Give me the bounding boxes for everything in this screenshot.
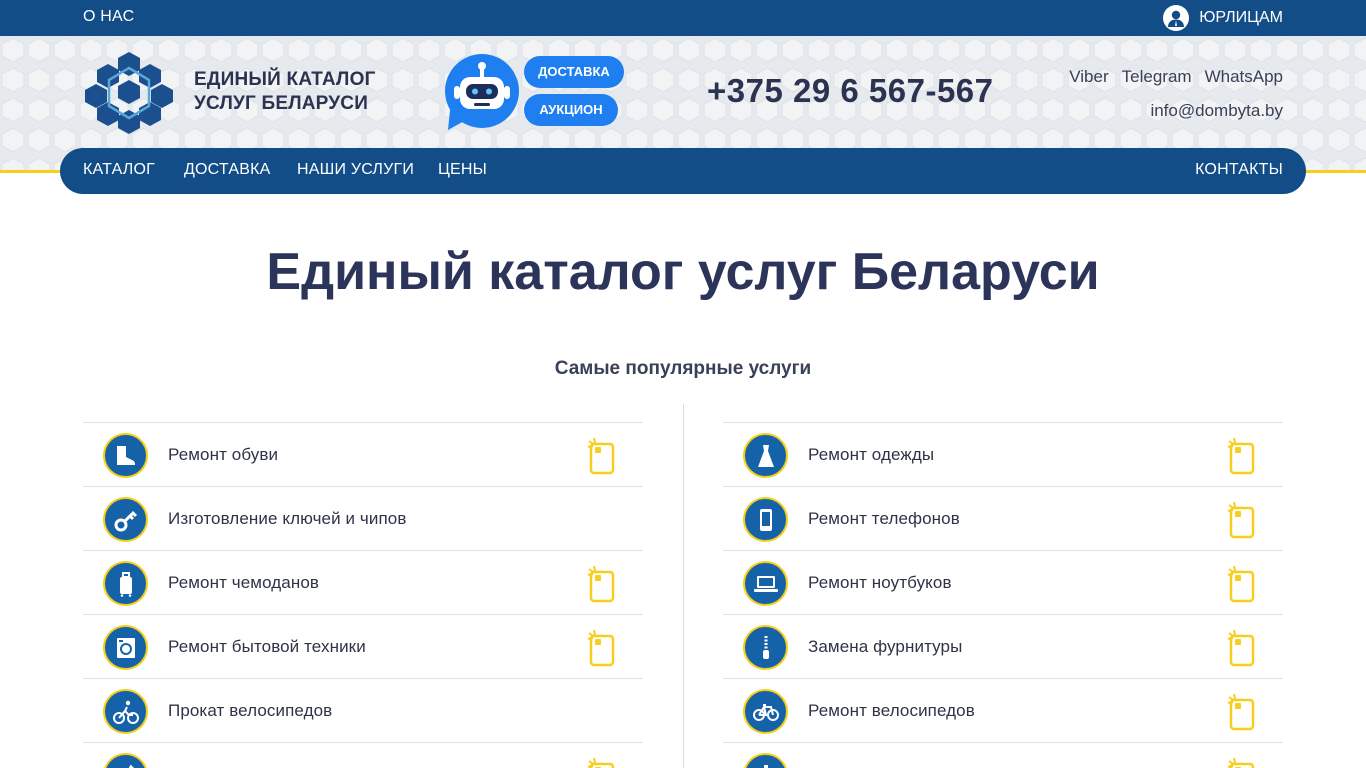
service-label: Ремонт ноутбуков [808,573,952,592]
page-title: Единый каталог услуг Беларуси [266,243,1100,301]
service-row[interactable]: Замена фурнитуры [723,614,1283,678]
phone-number[interactable]: +375 29 6 567-567 [707,72,994,110]
popular-services-heading: Самые популярные услуги [554,358,812,379]
brand-line-1: ЕДИНЫЙ КАТАЛОГ [194,69,376,90]
service-row[interactable] [723,742,1283,768]
service-label: Ремонт одежды [808,445,935,464]
about-link[interactable]: О НАС [83,8,134,26]
phone-icon [743,497,788,542]
service-label: Ремонт телефонов [808,509,960,528]
service-row[interactable]: Ремонт одежды [723,422,1283,486]
service-label: Изготовление ключей и чипов [168,509,407,528]
service-row[interactable]: Ремонт бытовой техники [83,614,643,678]
logo-hexagons-icon [85,52,173,134]
tap-phone-icon [1227,693,1255,731]
column-divider [683,404,684,768]
service-label: Ремонт чемоданов [168,573,320,592]
nav-delivery[interactable]: ДОСТАВКА [184,161,270,179]
washing-machine-icon [103,625,148,670]
service-label: Замена фурнитуры [808,637,963,656]
auction-pill-button[interactable]: АУКЦИОН [524,94,618,126]
service-row[interactable]: Ремонт ноутбуков [723,550,1283,614]
dress-icon [743,433,788,478]
zipper-icon [743,625,788,670]
tap-phone-icon [1227,629,1255,667]
tap-phone-icon [1227,437,1255,475]
legal-entities-label: ЮРЛИЦАМ [1199,9,1283,26]
laptop-icon [743,561,788,606]
tap-phone-icon [587,565,615,603]
main-navigation: КАТАЛОГ ДОСТАВКА НАШИ УСЛУГИ ЦЕНЫ КОНТАК… [60,148,1306,194]
service-label: Ремонт бытовой техники [168,637,366,656]
nav-our-services[interactable]: НАШИ УСЛУГИ [297,161,414,179]
tap-phone-icon [1227,501,1255,539]
key-icon [103,497,148,542]
whatsapp-link[interactable]: WhatsApp [1205,67,1283,87]
boot-icon [103,433,148,478]
user-icon [1163,5,1190,31]
service-label: Ремонт велосипедов [808,701,975,720]
service-label: Ремонт обуви [168,445,279,464]
tap-phone-icon [1227,757,1255,768]
service-row[interactable]: Ремонт велосипедов [723,678,1283,742]
services-list-right: Ремонт одежды Ремонт телефонов Ремонт но… [723,422,1283,768]
service-row[interactable]: Ремонт чемоданов [83,550,643,614]
bicycle-icon [743,689,788,734]
tap-phone-icon [1227,565,1255,603]
service-row[interactable]: Прокат велосипедов [83,678,643,742]
brand-line-2: УСЛУГ БЕЛАРУСИ [194,93,369,114]
top-bar: О НАС ЮРЛИЦАМ [0,0,1366,36]
brand-name[interactable]: ЕДИНЫЙ КАТАЛОГ УСЛУГ БЕЛАРУСИ [194,68,376,116]
nav-catalog[interactable]: КАТАЛОГ [83,161,155,179]
service-row[interactable]: Ремонт обуви [83,422,643,486]
suitcase-icon [103,561,148,606]
messenger-links: Viber Telegram WhatsApp [1069,67,1283,87]
viber-link[interactable]: Viber [1069,67,1108,87]
nav-prices[interactable]: ЦЕНЫ [438,161,487,179]
legal-entities-link[interactable]: ЮРЛИЦАМ [1163,5,1283,31]
tap-phone-icon [587,437,615,475]
tap-phone-icon [587,629,615,667]
faucet-icon [743,753,788,768]
service-row[interactable] [83,742,643,768]
service-label: Прокат велосипедов [168,701,333,720]
telegram-link[interactable]: Telegram [1122,67,1192,87]
cyclist-icon [103,689,148,734]
delivery-pill-button[interactable]: ДОСТАВКА [524,56,624,88]
tool-icon [103,753,148,768]
service-row[interactable]: Ремонт телефонов [723,486,1283,550]
service-row[interactable]: Изготовление ключей и чипов [83,486,643,550]
services-list-left: Ремонт обуви Изготовление ключей и чипов… [83,422,643,768]
nav-contacts[interactable]: КОНТАКТЫ [1195,161,1283,179]
robot-icon[interactable] [444,54,520,132]
tap-phone-icon [587,757,615,768]
email-link[interactable]: info@dombyta.by [1150,101,1283,121]
